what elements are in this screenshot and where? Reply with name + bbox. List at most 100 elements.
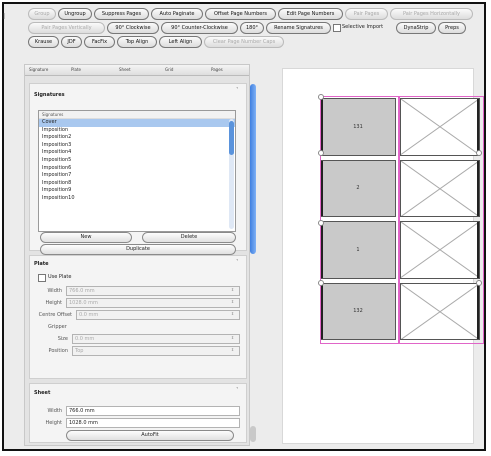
corner-handle[interactable] <box>318 220 324 226</box>
gripper-size-field[interactable]: 0.0 mm <box>72 334 240 344</box>
empty-page-cross-icon <box>401 161 479 217</box>
plate-height-row: Height 1028.0 mm ⇕ <box>38 298 240 308</box>
offset-page-numbers-button[interactable]: Offset Page Numbers <box>205 8 276 20</box>
signatures-list-header: Signatures <box>39 111 235 119</box>
stepper-icon[interactable]: ⇕ <box>230 298 235 306</box>
pair-pages-button[interactable]: Pair Pages <box>345 8 388 20</box>
plate-width-field[interactable]: 766.0 mm <box>66 286 240 296</box>
auto-paginate-button[interactable]: Auto Paginate <box>151 8 203 20</box>
page-number: 2 <box>356 185 360 192</box>
signature-list-item[interactable]: Imposition10 <box>39 195 235 203</box>
90-clockwise-button[interactable]: 90° Clockwise <box>107 22 159 34</box>
signature-list-item[interactable]: Imposition8 <box>39 180 235 188</box>
ungroup-button[interactable]: Ungroup <box>58 8 92 20</box>
empty-page-cross-icon <box>401 222 479 278</box>
clear-page-number-caps-button[interactable]: Clear Page Number Caps <box>204 36 284 48</box>
selective-import-checkbox[interactable] <box>333 24 341 32</box>
sheet-height-field[interactable]: 1028.0 mm <box>66 418 240 428</box>
stepper-icon[interactable]: ⇕ <box>230 310 235 318</box>
stepper-icon[interactable]: ⇕ <box>230 286 235 294</box>
delete-signature-button[interactable]: Delete <box>142 232 236 243</box>
signature-list-item[interactable]: Imposition <box>39 127 235 135</box>
page-cell[interactable]: 131 <box>320 98 396 156</box>
blank-page-cell[interactable] <box>400 98 480 156</box>
corner-handle[interactable] <box>476 280 482 286</box>
corner-handle[interactable] <box>318 280 324 286</box>
signatures-list-items: Cover Imposition Imposition2 Imposition3 Imp… <box>39 119 235 203</box>
pair-pages-horizontally-button[interactable]: Pair Pages Horizontally <box>390 8 473 20</box>
empty-page-cross-icon <box>401 99 479 155</box>
page-cell[interactable]: 2 <box>320 159 396 217</box>
signature-list-item[interactable]: Cover <box>39 119 235 127</box>
dropdown-icon[interactable]: ⇕ <box>230 346 235 354</box>
90-counter-clockwise-button[interactable]: 90° Counter-Clockwise <box>161 22 238 34</box>
corner-handle[interactable] <box>318 94 324 100</box>
gripper-position-select[interactable]: Top <box>72 346 240 356</box>
signatures-list[interactable]: Signatures Cover Imposition Imposition2 Imp… <box>38 110 236 232</box>
column-sheet[interactable]: Sheet <box>119 65 131 75</box>
empty-page-cross-icon <box>401 284 479 340</box>
signature-list-item[interactable]: Imposition5 <box>39 157 235 165</box>
blank-page-cell[interactable] <box>400 221 480 279</box>
suppress-pages-button[interactable]: Suppress Pages <box>94 8 149 20</box>
panel-scrollbar-end[interactable] <box>250 426 256 442</box>
signature-list-item[interactable]: Imposition9 <box>39 187 235 195</box>
group-button[interactable]: Group <box>28 8 56 20</box>
krause-button[interactable]: Krause <box>28 36 59 48</box>
facfix-button[interactable]: FacFix <box>84 36 115 48</box>
signature-list-item[interactable]: Imposition6 <box>39 165 235 173</box>
gripper-size-row: Size 0.0 mm ⇕ <box>38 334 240 344</box>
180-button[interactable]: 180° <box>240 22 264 34</box>
corner-handle[interactable] <box>318 150 324 156</box>
toolbar-row-3: Krause JDF FacFix Top Align Left Align Clear … <box>28 36 478 48</box>
plate-height-label: Height <box>45 300 62 306</box>
signature-list-item[interactable]: Imposition3 <box>39 142 235 150</box>
duplicate-signature-button[interactable]: Duplicate <box>40 244 236 255</box>
sheet-title: Sheet <box>34 390 51 396</box>
left-align-button[interactable]: Left Align <box>159 36 202 48</box>
signature-list-item[interactable]: Imposition2 <box>39 134 235 142</box>
stepper-icon[interactable]: ⇕ <box>230 334 235 342</box>
preps-button[interactable]: Preps <box>438 22 466 34</box>
sheet-width-label: Width <box>47 408 62 414</box>
collapse-icon[interactable]: ⌝ <box>236 259 242 265</box>
column-signature[interactable]: Signature <box>29 65 48 75</box>
pair-pages-vertically-button[interactable]: Pair Pages Vertically <box>28 22 105 34</box>
list-scrollbar[interactable] <box>229 119 234 229</box>
new-signature-button[interactable]: New <box>40 232 132 243</box>
column-pages[interactable]: Pages <box>211 65 223 75</box>
sheet-height-label: Height <box>45 420 62 426</box>
dynastrip-button[interactable]: DynaStrip <box>396 22 436 34</box>
plate-width-row: Width 766.0 mm ⇕ <box>38 286 240 296</box>
centre-offset-field[interactable]: 0.0 mm <box>76 310 240 320</box>
collapse-icon[interactable]: ⌝ <box>236 387 242 393</box>
rename-signatures-button[interactable]: Rename Signatures <box>266 22 331 34</box>
plate-section: Plate ⌝ Use Plate Width 766.0 mm ⇕ Heigh… <box>29 255 247 379</box>
signature-list-item[interactable]: Imposition4 <box>39 149 235 157</box>
top-align-button[interactable]: Top Align <box>117 36 157 48</box>
page-cell[interactable]: 1 <box>320 221 396 279</box>
edit-page-numbers-button[interactable]: Edit Page Numbers <box>278 8 343 20</box>
list-scrollbar-thumb[interactable] <box>229 121 234 155</box>
panel-scrollbar-thumb[interactable] <box>250 84 256 254</box>
use-plate-checkbox[interactable] <box>38 274 46 282</box>
panel-scrollbar[interactable] <box>250 84 257 444</box>
centre-offset-row: Centre Offset 0.0 mm ⇕ <box>38 310 240 320</box>
inspector-panel: Signature Plate Sheet Grid Pages Signatu… <box>24 64 250 446</box>
centre-offset-label: Centre Offset <box>38 312 72 318</box>
toolbar-row-2: Pair Pages Vertically 90° Clockwise 90° Co… <box>28 22 478 34</box>
corner-handle[interactable] <box>476 150 482 156</box>
sheet-width-field[interactable]: 766.0 mm <box>66 406 240 416</box>
plate-title: Plate <box>34 261 49 267</box>
column-grid[interactable]: Grid <box>165 65 173 75</box>
jdf-button[interactable]: JDF <box>61 36 82 48</box>
column-plate[interactable]: Plate <box>71 65 81 75</box>
toolbar-row-1: Group Ungroup Suppress Pages Auto Paginate O… <box>28 8 478 20</box>
collapse-icon[interactable]: ⌝ <box>236 87 242 93</box>
page-cell[interactable]: 132 <box>320 282 396 340</box>
signature-list-item[interactable]: Imposition7 <box>39 172 235 180</box>
blank-page-cell[interactable] <box>400 282 480 340</box>
plate-height-field[interactable]: 1028.0 mm <box>66 298 240 308</box>
blank-page-cell[interactable] <box>400 159 480 217</box>
autofit-button[interactable]: AutoFit <box>66 430 234 441</box>
